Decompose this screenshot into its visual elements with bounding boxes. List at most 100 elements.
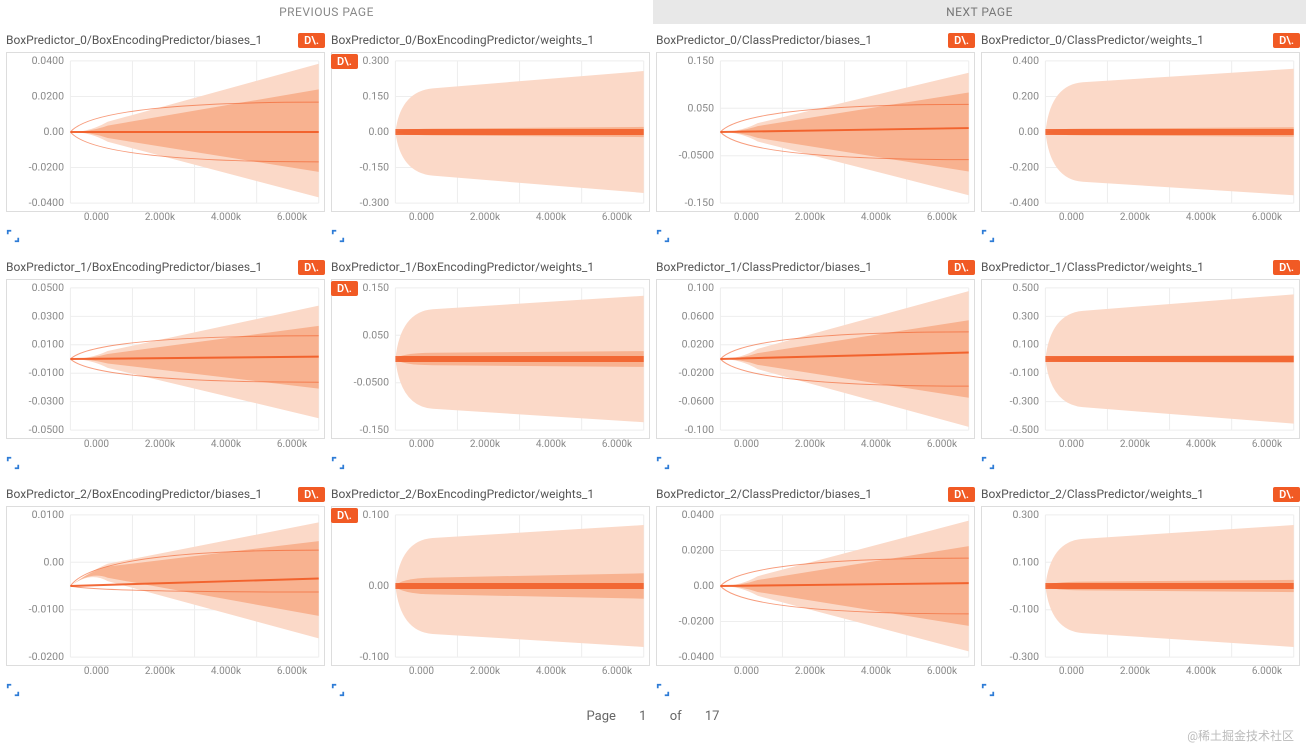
y-tick: 0.00: [43, 127, 64, 138]
histogram-plot[interactable]: 0.01000.00-0.0100-0.0200: [6, 506, 325, 666]
expand-icon[interactable]: [981, 683, 995, 697]
y-tick: -0.150: [685, 198, 715, 209]
histogram-plot[interactable]: 0.150 0.050 -0.0500 -0.150: [331, 279, 650, 439]
x-axis: 0.0002.000k4.000k6.000k: [331, 439, 650, 450]
x-tick: 6.000k: [277, 439, 307, 450]
x-axis: 0.0002.000k4.000k6.000k: [331, 666, 650, 677]
x-tick: 6.000k: [602, 666, 632, 677]
expand-icon[interactable]: [656, 229, 670, 243]
y-tick: -0.100: [360, 652, 390, 663]
panel-actions: [6, 229, 325, 249]
expand-icon[interactable]: [331, 229, 345, 243]
histogram-plot[interactable]: 0.05000.03000.0100-0.0100-0.0300-0.0500: [6, 279, 325, 439]
run-badge[interactable]: D\.: [948, 487, 975, 502]
x-tick: 2.000k: [795, 666, 825, 677]
panel-title: BoxPredictor_0/BoxEncodingPredictor/weig…: [331, 33, 594, 47]
next-page-button[interactable]: NEXT PAGE: [653, 0, 1306, 24]
run-badge[interactable]: D\.: [948, 260, 975, 275]
expand-icon[interactable]: [656, 683, 670, 697]
y-tick: -0.300: [360, 198, 390, 209]
histogram-plot[interactable]: 0.3000.1500.00-0.150-0.300: [331, 52, 650, 212]
x-tick: 2.000k: [470, 439, 500, 450]
x-tick: 2.000k: [1120, 666, 1150, 677]
x-tick: 0.000: [84, 439, 109, 450]
run-badge[interactable]: D\.: [331, 508, 358, 523]
panel-header: BoxPredictor_0/ClassPredictor/biases_1D\…: [656, 28, 975, 52]
previous-page-button[interactable]: PREVIOUS PAGE: [0, 0, 653, 24]
run-badge[interactable]: D\.: [1273, 260, 1300, 275]
run-badge[interactable]: D\.: [331, 281, 358, 296]
x-tick: 4.000k: [861, 439, 891, 450]
x-tick: 0.000: [84, 212, 109, 223]
x-axis: 0.0002.000k4.000k6.000k: [6, 212, 325, 223]
panel-actions: [331, 456, 650, 476]
page-total: 17: [705, 709, 720, 724]
x-tick: 0.000: [409, 212, 434, 223]
x-tick: 0.000: [734, 439, 759, 450]
y-tick: 0.050: [363, 331, 390, 342]
y-tick: -0.0400: [679, 652, 715, 663]
y-tick: 0.050: [688, 104, 715, 115]
x-tick: 2.000k: [1120, 439, 1150, 450]
x-tick: 6.000k: [277, 666, 307, 677]
run-badge[interactable]: D\.: [331, 54, 358, 69]
x-tick: 2.000k: [145, 666, 175, 677]
expand-icon[interactable]: [656, 456, 670, 470]
histogram-panel: BoxPredictor_0/BoxEncodingPredictor/bias…: [6, 28, 325, 249]
expand-icon[interactable]: [6, 683, 20, 697]
panel-header: BoxPredictor_2/ClassPredictor/biases_1D\…: [656, 482, 975, 506]
x-tick: 2.000k: [145, 439, 175, 450]
x-axis: 0.0002.000k4.000k6.000k: [981, 212, 1300, 223]
y-tick: 0.100: [363, 510, 390, 521]
run-badge[interactable]: D\.: [1273, 33, 1300, 48]
histogram-plot[interactable]: 0.04000.02000.00-0.0200-0.0400: [6, 52, 325, 212]
histogram-plot[interactable]: 0.1000.06000.0200-0.0200-0.0600-0.100: [656, 279, 975, 439]
y-tick: 0.0500: [32, 283, 65, 294]
run-badge[interactable]: D\.: [1273, 487, 1300, 502]
y-tick: -0.150: [360, 425, 390, 436]
y-tick: 0.300: [1013, 510, 1040, 521]
y-tick: -0.300: [1010, 397, 1040, 408]
histogram-grid: BoxPredictor_0/BoxEncodingPredictor/bias…: [0, 24, 1306, 703]
histogram-panel: BoxPredictor_2/ClassPredictor/weights_1 D…: [981, 482, 1300, 703]
y-tick: -0.0500: [354, 378, 390, 389]
expand-icon[interactable]: [331, 683, 345, 697]
panel-actions: [656, 683, 975, 703]
y-tick: -0.150: [360, 163, 390, 174]
histogram-plot[interactable]: 0.5000.3000.100-0.100-0.300-0.500: [981, 279, 1300, 439]
expand-icon[interactable]: [981, 229, 995, 243]
run-badge[interactable]: D\.: [948, 33, 975, 48]
y-tick: 0.00: [368, 127, 389, 138]
y-tick: 0.0200: [32, 92, 65, 103]
x-tick: 6.000k: [1252, 212, 1282, 223]
x-tick: 4.000k: [211, 212, 241, 223]
histogram-panel: BoxPredictor_1/BoxEncodingPredictor/bias…: [6, 255, 325, 476]
pagination-header: PREVIOUS PAGE NEXT PAGE: [0, 0, 1306, 24]
panel-header: BoxPredictor_1/BoxEncodingPredictor/bias…: [6, 255, 325, 279]
x-axis: 0.0002.000k4.000k6.000k: [6, 439, 325, 450]
x-axis: 0.0002.000k4.000k6.000k: [981, 439, 1300, 450]
x-axis: 0.0002.000k4.000k6.000k: [6, 666, 325, 677]
expand-icon[interactable]: [981, 456, 995, 470]
run-badge[interactable]: D\.: [298, 33, 325, 48]
x-tick: 6.000k: [602, 439, 632, 450]
histogram-plot[interactable]: 0.4000.2000.00-0.200-0.400: [981, 52, 1300, 212]
y-tick: -0.0500: [679, 151, 715, 162]
expand-icon[interactable]: [6, 229, 20, 243]
y-tick: 0.300: [1013, 312, 1040, 323]
panel-title: BoxPredictor_2/ClassPredictor/weights_1: [981, 487, 1204, 501]
y-tick: 0.00: [43, 558, 64, 569]
expand-icon[interactable]: [6, 456, 20, 470]
histogram-panel: BoxPredictor_2/ClassPredictor/biases_1D\…: [656, 482, 975, 703]
histogram-plot[interactable]: 0.1500.050-0.0500-0.150: [656, 52, 975, 212]
y-tick: -0.0600: [679, 397, 715, 408]
expand-icon[interactable]: [331, 456, 345, 470]
run-badge[interactable]: D\.: [298, 260, 325, 275]
run-badge[interactable]: D\.: [298, 487, 325, 502]
y-tick: 0.150: [363, 283, 390, 294]
histogram-plot[interactable]: 0.3000.100-0.100-0.300: [981, 506, 1300, 666]
y-tick: 0.300: [363, 56, 390, 67]
histogram-plot[interactable]: 0.1000.00-0.100: [331, 506, 650, 666]
histogram-plot[interactable]: 0.04000.02000.00-0.0200-0.0400: [656, 506, 975, 666]
x-tick: 0.000: [734, 212, 759, 223]
